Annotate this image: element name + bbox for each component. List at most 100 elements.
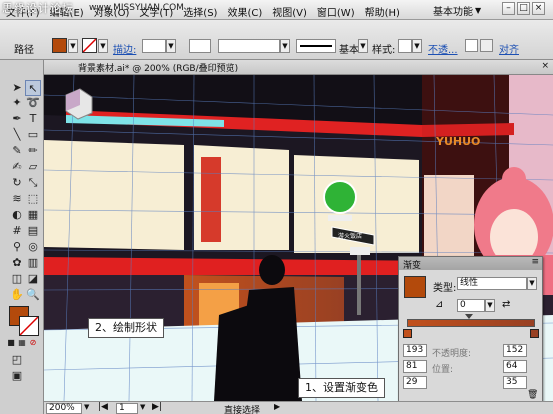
- left-b-field[interactable]: 29: [403, 376, 427, 389]
- gradient-tool-icon[interactable]: ▤: [25, 223, 41, 239]
- brush-line-icon: [300, 45, 332, 47]
- rotate-tool-icon[interactable]: ↻: [9, 175, 25, 191]
- menu-view[interactable]: 视图(V): [272, 4, 307, 19]
- sign-base: [328, 215, 352, 221]
- menu-effect[interactable]: 效果(C): [227, 4, 262, 19]
- left-g-field[interactable]: 81: [403, 360, 427, 373]
- mesh-tool-icon[interactable]: #: [9, 223, 25, 239]
- stroke-weight-field[interactable]: [142, 39, 166, 53]
- close-button[interactable]: ×: [532, 2, 545, 15]
- gradient-midpoint-icon[interactable]: [465, 314, 473, 319]
- eraser-tool-icon[interactable]: ▱: [25, 159, 41, 175]
- type-dropdown[interactable]: ▼: [527, 277, 537, 290]
- artboard-tool-icon[interactable]: ◫: [9, 271, 25, 287]
- chevron-down-icon[interactable]: ▼: [140, 403, 145, 411]
- type-select[interactable]: 线性: [457, 277, 527, 290]
- style-dropdown[interactable]: ▼: [412, 39, 422, 53]
- angle-field[interactable]: 0: [457, 299, 485, 312]
- free-transform-tool-icon[interactable]: ⬚: [25, 191, 41, 207]
- maximize-button[interactable]: □: [517, 2, 530, 15]
- paintbrush-tool-icon[interactable]: ✎: [9, 143, 25, 159]
- sign-pole: [357, 255, 361, 315]
- right-r-field[interactable]: 152: [503, 344, 527, 357]
- document-tab[interactable]: 背景素材.ai* @ 200% (RGB/叠印预览) ×: [44, 60, 553, 75]
- none-mode-icon[interactable]: ⊘: [28, 338, 38, 348]
- rectangle-tool-icon[interactable]: ▭: [25, 127, 41, 143]
- perspective-grid-tool-icon[interactable]: ▦: [25, 207, 41, 223]
- direct-selection-tool-icon[interactable]: ↖: [25, 80, 41, 96]
- stroke-color-box[interactable]: [19, 316, 39, 336]
- right-g-field[interactable]: 64: [503, 360, 527, 373]
- close-icon[interactable]: ×: [541, 61, 549, 71]
- gradient-stop-left[interactable]: [403, 329, 412, 338]
- gradient-panel-title: 渐变: [403, 261, 422, 271]
- gradient-panel-header[interactable]: 渐变 ≡: [399, 257, 542, 271]
- gradient-mode-icon[interactable]: ▦: [17, 338, 27, 348]
- eyedropper-tool-icon[interactable]: ⚲: [9, 239, 25, 255]
- scale-tool-icon[interactable]: ⤡: [25, 175, 41, 191]
- draw-normal-icon[interactable]: ◰: [9, 352, 25, 368]
- color-mode-icon[interactable]: ■: [6, 338, 16, 348]
- hand-tool-icon[interactable]: ✋: [9, 287, 25, 303]
- basic-dropdown[interactable]: ▼: [358, 39, 368, 53]
- style-label: 样式:: [372, 45, 396, 56]
- status-arrow-icon[interactable]: ▶: [274, 402, 280, 411]
- stroke-weight-dropdown[interactable]: ▼: [166, 39, 176, 53]
- brush-field[interactable]: [218, 39, 280, 53]
- line-tool-icon[interactable]: ╲: [9, 127, 25, 143]
- page-field[interactable]: 1: [116, 403, 138, 414]
- minimize-button[interactable]: –: [502, 2, 515, 15]
- symbol-sprayer-tool-icon[interactable]: ✿: [9, 255, 25, 271]
- graph-tool-icon[interactable]: ▥: [25, 255, 41, 271]
- trash-icon[interactable]: 🗑: [527, 390, 538, 400]
- settings-icon[interactable]: [480, 39, 493, 52]
- workspace-switcher[interactable]: 基本功能 ▼: [433, 3, 481, 18]
- slice-tool-icon[interactable]: ◪: [25, 271, 41, 287]
- blend-tool-icon[interactable]: ◎: [25, 239, 41, 255]
- gradient-stop-right[interactable]: [530, 329, 539, 338]
- gradient-preview-swatch[interactable]: [404, 276, 426, 298]
- right-b-field[interactable]: 35: [503, 376, 527, 389]
- pen-tool-icon[interactable]: ✒: [9, 111, 25, 127]
- menu-select[interactable]: 选择(S): [183, 4, 217, 19]
- grid-icon[interactable]: [465, 39, 478, 52]
- zoom-field[interactable]: 200%: [46, 403, 82, 414]
- selection-tool-icon[interactable]: ➤: [9, 80, 25, 96]
- warp-tool-icon[interactable]: ≋: [9, 191, 25, 207]
- opacity-link[interactable]: 不透...: [428, 41, 458, 56]
- reverse-gradient-icon[interactable]: ⇄: [502, 299, 510, 310]
- first-page-icon[interactable]: |◀: [98, 402, 108, 412]
- gradient-panel: 渐变 ≡ 类型: 线性 ▼ ⊿ 0 ▼ ⇄ 193 81 29 不透明度: 位置…: [398, 256, 543, 402]
- stroke-swatch[interactable]: [82, 38, 97, 53]
- chevron-down-icon: ▼: [487, 301, 493, 309]
- chevron-down-icon: ▼: [414, 42, 420, 50]
- brush-dropdown[interactable]: ▼: [280, 39, 290, 53]
- stroke-label[interactable]: 描边:: [113, 41, 136, 56]
- next-page-icon[interactable]: ▶|: [152, 402, 162, 412]
- shape-builder-tool-icon[interactable]: ◐: [9, 207, 25, 223]
- gradient-slider[interactable]: [407, 319, 535, 327]
- fill-dropdown[interactable]: ▼: [68, 39, 78, 53]
- fill-swatch[interactable]: [52, 38, 67, 53]
- left-r-field[interactable]: 193: [403, 344, 427, 357]
- zoom-tool-icon[interactable]: 🔍: [25, 287, 41, 303]
- brush-line-preview[interactable]: [296, 39, 336, 53]
- chevron-down-icon[interactable]: ▼: [84, 403, 89, 411]
- graphic-style-field[interactable]: [398, 39, 412, 53]
- chevron-down-icon: ▼: [100, 42, 106, 50]
- magic-wand-tool-icon[interactable]: ✦: [9, 95, 25, 111]
- menu-help[interactable]: 帮助(H): [365, 4, 400, 19]
- type-tool-icon[interactable]: T: [25, 111, 41, 127]
- angle-dropdown[interactable]: ▼: [485, 299, 495, 312]
- panel-menu-icon[interactable]: ≡: [531, 257, 539, 267]
- pencil-tool-icon[interactable]: ✏: [25, 143, 41, 159]
- chevron-down-icon: ▼: [529, 279, 535, 287]
- menu-window[interactable]: 窗口(W): [317, 4, 355, 19]
- mode-label: 路径: [14, 45, 34, 56]
- variable-width-field[interactable]: [189, 39, 211, 53]
- screen-mode-icon[interactable]: ▣: [9, 368, 25, 384]
- align-link[interactable]: 对齐: [499, 41, 519, 56]
- stroke-dropdown[interactable]: ▼: [98, 39, 108, 53]
- lasso-tool-icon[interactable]: ➰: [25, 95, 41, 111]
- blob-brush-tool-icon[interactable]: ✍: [9, 159, 25, 175]
